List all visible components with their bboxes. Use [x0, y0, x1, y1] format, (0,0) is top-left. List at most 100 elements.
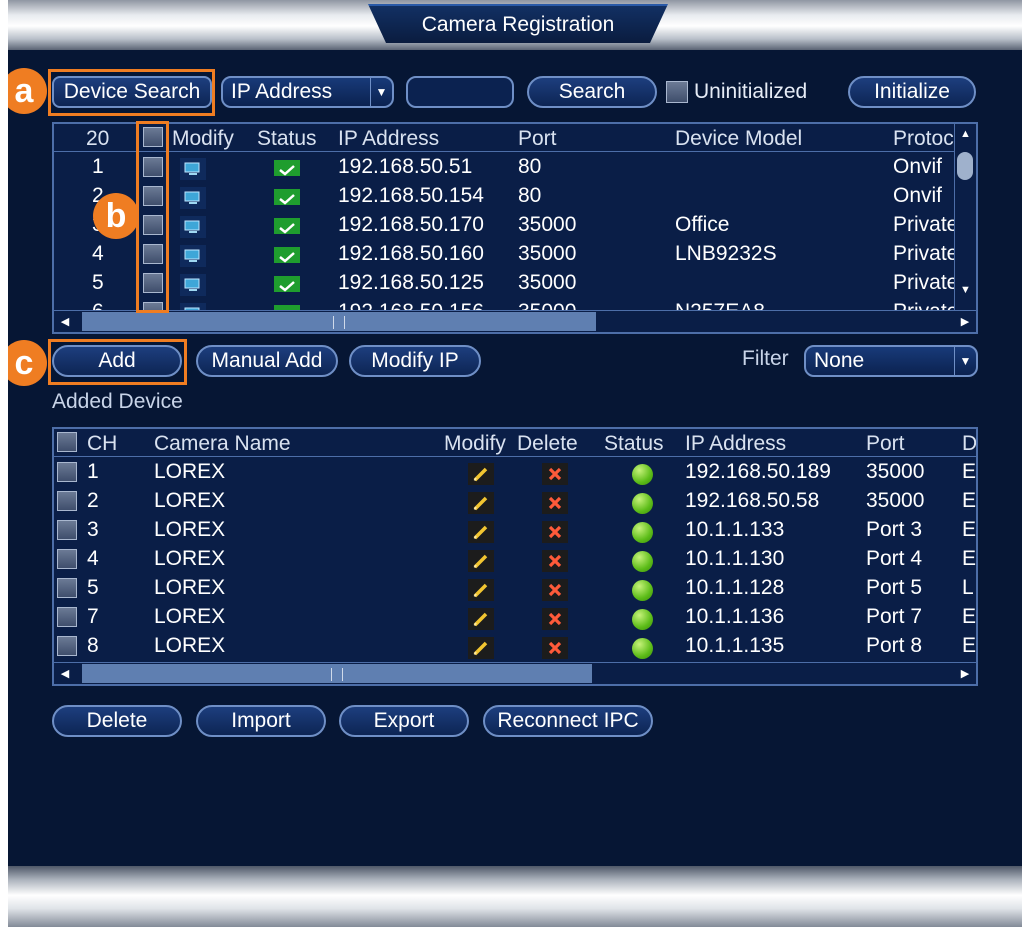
added-row[interactable]: 1 LOREX 192.168.50.189 35000 E — [54, 458, 976, 487]
manual-add-button[interactable]: Manual Add — [196, 345, 338, 377]
modify-header: Modify — [172, 127, 234, 150]
row-camera-name: LOREX — [154, 634, 226, 657]
callout-a-highlight — [48, 69, 215, 116]
added-row-checkbox[interactable] — [57, 578, 77, 598]
found-vertical-scrollbar[interactable]: ▲ ▼ — [954, 124, 976, 310]
status-online-dot — [632, 609, 653, 630]
row-ip: 10.1.1.135 — [685, 634, 785, 657]
pencil-icon[interactable] — [468, 579, 494, 601]
ip-header: IP Address — [338, 127, 440, 150]
found-vscroll-thumb[interactable] — [957, 152, 973, 180]
callout-c-letter: c — [14, 344, 34, 382]
status-online-dot — [632, 464, 653, 485]
filter-select[interactable]: None ▼ — [804, 345, 978, 377]
pencil-icon[interactable] — [468, 637, 494, 659]
row-ip: 192.168.50.170 — [338, 213, 484, 236]
uninitialized-checkbox[interactable] — [666, 81, 688, 103]
search-button-label: Search — [558, 80, 626, 103]
scroll-right-icon[interactable]: ▶ — [954, 663, 976, 684]
search-button[interactable]: Search — [527, 76, 657, 108]
row-channel: 5 — [87, 576, 99, 599]
import-button[interactable]: Import — [196, 705, 326, 737]
added-row-checkbox[interactable] — [57, 520, 77, 540]
added-ip-header: IP Address — [685, 432, 787, 455]
grip-icon — [331, 668, 343, 681]
extra-header: D — [962, 432, 978, 455]
export-button[interactable]: Export — [339, 705, 469, 737]
found-row[interactable]: 2 192.168.50.154 80 Onvif — [54, 182, 976, 211]
camera-registration-window: Camera Registration Device Search IP Add… — [8, 0, 1022, 927]
added-row[interactable]: 2 LOREX 192.168.50.58 35000 E — [54, 487, 976, 516]
pencil-icon[interactable] — [468, 608, 494, 630]
modify-icon[interactable] — [180, 158, 206, 180]
scroll-down-icon[interactable]: ▼ — [960, 284, 971, 296]
added-hscroll-thumb[interactable] — [82, 664, 592, 683]
row-port: Port 4 — [866, 547, 923, 570]
added-row[interactable]: 5 LOREX 10.1.1.128 Port 5 L — [54, 574, 976, 603]
row-channel: 4 — [87, 547, 99, 570]
added-row-checkbox[interactable] — [57, 462, 77, 482]
row-port: 35000 — [866, 489, 925, 512]
modify-icon[interactable] — [180, 245, 206, 267]
callout-b-letter: b — [105, 197, 127, 235]
row-extra: E — [962, 605, 977, 628]
found-horizontal-scrollbar[interactable]: ◀ ▶ — [54, 310, 976, 332]
delete-button[interactable]: Delete — [52, 705, 182, 737]
scroll-right-icon[interactable]: ▶ — [954, 311, 976, 332]
pencil-icon[interactable] — [468, 550, 494, 572]
pencil-icon[interactable] — [468, 463, 494, 485]
row-channel: 1 — [87, 460, 99, 483]
row-extra: L — [962, 576, 974, 599]
modify-ip-button[interactable]: Modify IP — [349, 345, 481, 377]
callout-a-letter: a — [14, 72, 34, 110]
scroll-left-icon[interactable]: ◀ — [54, 663, 76, 684]
close-icon[interactable] — [542, 550, 568, 572]
added-row-checkbox[interactable] — [57, 491, 77, 511]
close-icon[interactable] — [542, 463, 568, 485]
added-row-checkbox[interactable] — [57, 607, 77, 627]
close-icon[interactable] — [542, 608, 568, 630]
scroll-up-icon[interactable]: ▲ — [960, 128, 971, 140]
close-icon[interactable] — [542, 492, 568, 514]
row-protocol: Onvif — [893, 184, 943, 207]
status-online-dot — [632, 580, 653, 601]
scroll-left-icon[interactable]: ◀ — [54, 311, 76, 332]
close-icon[interactable] — [542, 637, 568, 659]
search-type-select[interactable]: IP Address ▼ — [221, 76, 394, 108]
pencil-icon[interactable] — [468, 521, 494, 543]
row-ip: 192.168.50.125 — [338, 271, 484, 294]
chevron-down-icon: ▼ — [954, 347, 976, 375]
close-icon[interactable] — [542, 579, 568, 601]
added-row[interactable]: 8 LOREX 10.1.1.135 Port 8 E — [54, 632, 976, 661]
added-row-checkbox[interactable] — [57, 549, 77, 569]
row-camera-name: LOREX — [154, 605, 226, 628]
row-protocol: Private — [893, 213, 959, 236]
pencil-icon[interactable] — [468, 492, 494, 514]
modify-icon[interactable] — [180, 216, 206, 238]
reconnect-ipc-button[interactable]: Reconnect IPC — [483, 705, 653, 737]
added-row[interactable]: 4 LOREX 10.1.1.130 Port 4 E — [54, 545, 976, 574]
added-port-header: Port — [866, 432, 905, 455]
reconnect-ipc-label: Reconnect IPC — [497, 709, 639, 732]
manual-add-label: Manual Add — [211, 349, 323, 372]
modify-icon[interactable] — [180, 187, 206, 209]
close-icon[interactable] — [542, 521, 568, 543]
row-ip: 10.1.1.136 — [685, 605, 785, 628]
row-protocol: Private — [893, 242, 959, 265]
row-ip: 192.168.50.51 — [338, 155, 473, 178]
found-row[interactable]: 5 192.168.50.125 35000 Private — [54, 269, 976, 298]
added-horizontal-scrollbar[interactable]: ◀ ▶ — [54, 662, 976, 684]
row-port: 35000 — [866, 460, 925, 483]
initialize-button[interactable]: Initialize — [848, 76, 976, 108]
added-row[interactable]: 3 LOREX 10.1.1.133 Port 3 E — [54, 516, 976, 545]
modify-icon[interactable] — [180, 274, 206, 296]
found-row[interactable]: 3192.168.50.17035000OfficePrivate — [54, 211, 976, 240]
row-ip: 192.168.50.160 — [338, 242, 484, 265]
search-input[interactable] — [406, 76, 514, 108]
added-select-all-checkbox[interactable] — [57, 432, 77, 452]
added-row[interactable]: 7 LOREX 10.1.1.136 Port 7 E — [54, 603, 976, 632]
found-row[interactable]: 4 192.168.50.160 35000 LNB9232S Private — [54, 240, 976, 269]
found-hscroll-thumb[interactable] — [82, 312, 596, 331]
found-row[interactable]: 1 192.168.50.51 80 Onvif — [54, 153, 976, 182]
added-row-checkbox[interactable] — [57, 636, 77, 656]
